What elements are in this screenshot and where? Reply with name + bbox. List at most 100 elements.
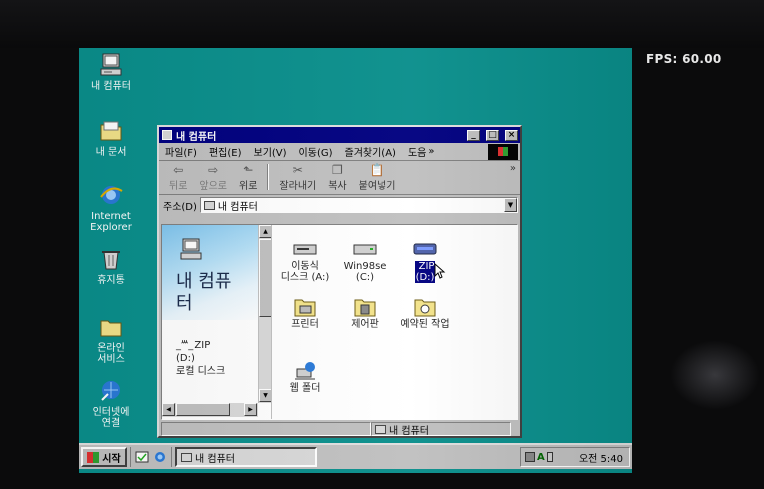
toolbar: ⇦ 뒤로 ⇨ 앞으로 ⬑ 위로 ✂ 잘라내기 ❐ 복사 📋 붙여넣기 » <box>159 161 520 195</box>
tray-ime-indicator[interactable]: A <box>537 452 545 463</box>
selection-details: _ᄴ_ ZIP (D:) 로컬 디스크 <box>176 340 226 377</box>
forward-arrow-icon: ⇨ <box>208 163 219 177</box>
scroll-left-button[interactable]: ◀ <box>162 403 175 416</box>
pane-title: 내 컴퓨 <box>176 271 232 292</box>
my-computer-icon <box>100 53 122 76</box>
desktop-icon-label: 인터넷에 연결 <box>92 407 130 429</box>
status-location-text: 내 컴퓨터 <box>389 425 429 437</box>
item-label: 예약된 작업 <box>400 319 450 330</box>
drive-c[interactable]: Win98se (C:) <box>334 239 396 283</box>
desktop: 내 컴퓨터 내 문서 Internet Explorer 휴지통 온라인 서비스… <box>79 48 632 473</box>
scheduled-tasks-icon <box>414 299 436 317</box>
desktop-icon-my-computer[interactable]: 내 컴퓨터 <box>79 52 143 92</box>
content-area: 내 컴퓨 터 _ᄴ_ ZIP (D:) 로컬 디스크 ▲ ▼ ◀ ▶ 이동식 디… <box>161 224 518 420</box>
forward-label: 앞으로 <box>199 181 228 192</box>
window-title: 내 컴퓨터 <box>176 131 217 143</box>
menu-view[interactable]: 보기(V) <box>254 144 287 159</box>
tray-volume-icon[interactable] <box>546 452 553 462</box>
quick-launch <box>130 447 172 467</box>
desktop-icon-my-documents[interactable]: 내 문서 <box>79 118 143 158</box>
floppy-drive-icon <box>293 244 317 255</box>
drive-floppy[interactable]: 이동식 디스크 (A:) <box>274 239 336 283</box>
drive-zip[interactable]: ZIP (D:) <box>394 239 456 283</box>
desktop-icon-recycle-bin[interactable]: 휴지통 <box>79 246 143 286</box>
up-folder-icon: ⬑ <box>243 163 254 177</box>
close-button[interactable]: × <box>505 129 518 141</box>
pane-vertical-scrollbar[interactable]: ▲ ▼ <box>258 225 271 403</box>
system-tray: A 오전 5:40 <box>520 447 630 467</box>
forward-button[interactable]: ⇨ 앞으로 <box>195 162 231 192</box>
maximize-button[interactable]: □ <box>486 129 499 141</box>
mouse-cursor-icon <box>434 263 446 279</box>
scroll-thumb[interactable] <box>259 239 271 317</box>
cut-button[interactable]: ✂ 잘라내기 <box>275 162 320 192</box>
scroll-thumb[interactable] <box>176 403 230 416</box>
recycle-bin-icon <box>102 251 120 270</box>
item-label: 제어판 <box>351 319 379 330</box>
show-desktop-icon[interactable] <box>135 450 149 464</box>
fps-counter: FPS: 60.00 <box>646 52 722 66</box>
my-computer-icon <box>203 200 215 210</box>
desktop-icon-label: 내 문서 <box>95 147 127 158</box>
scroll-down-button[interactable]: ▼ <box>259 389 271 402</box>
menu-help[interactable]: 도음 <box>408 144 426 159</box>
taskbar-button-label: 내 컴퓨터 <box>195 453 235 465</box>
window-computer-icon <box>162 130 172 140</box>
back-button[interactable]: ⇦ 뒤로 <box>165 162 191 192</box>
clipboard-icon: 📋 <box>369 163 385 177</box>
zip-drive: (D:) <box>176 353 195 364</box>
web-folders-icon <box>295 362 315 380</box>
desktop-icon-label: 내 컴퓨터 <box>91 81 131 92</box>
up-button[interactable]: ⬑ 위로 <box>235 162 261 192</box>
desktop-icon-internet-explorer[interactable]: Internet Explorer <box>79 182 143 233</box>
clock[interactable]: 오전 5:40 <box>579 450 623 465</box>
minimize-button[interactable]: _ <box>467 129 480 141</box>
internet-explorer-icon <box>100 186 123 204</box>
menu-file[interactable]: 파일(F) <box>165 144 197 159</box>
start-label: 시작 <box>102 453 121 465</box>
folder-scheduled-tasks[interactable]: 예약된 작업 <box>394 297 456 330</box>
windows-logo-icon <box>488 144 518 160</box>
taskbar-button-my-computer[interactable]: 내 컴퓨터 <box>175 447 317 467</box>
taskbar: 시작 내 컴퓨터 A 오전 5:40 <box>79 443 632 469</box>
desktop-icon-label: 온라인 서비스 <box>97 343 125 365</box>
toolbar-separator <box>267 164 270 190</box>
pane-title-continued: 터 <box>176 293 193 314</box>
my-computer-icon <box>375 424 386 434</box>
internet-explorer-icon[interactable] <box>153 450 167 464</box>
menu-overflow[interactable]: » <box>428 146 434 157</box>
status-cell-empty <box>161 422 371 436</box>
control-panel-icon <box>354 299 376 317</box>
back-arrow-icon: ⇦ <box>173 163 184 177</box>
address-field[interactable]: 내 컴퓨터 ▼ <box>199 197 518 213</box>
my-computer-window[interactable]: 내 컴퓨터 _ □ × 파일(F) 편집(E) 보기(V) 이동(G) 즐겨찾기… <box>157 125 522 438</box>
copy-label: 복사 <box>328 181 347 192</box>
window-titlebar[interactable]: 내 컴퓨터 _ □ × <box>159 127 520 143</box>
menu-favorites[interactable]: 즐겨찾기(A) <box>345 144 396 159</box>
status-location: 내 컴퓨터 <box>371 422 511 437</box>
folder-printers[interactable]: 프린터 <box>274 297 336 330</box>
back-label: 뒤로 <box>169 181 188 192</box>
menu-go[interactable]: 이동(G) <box>299 144 333 159</box>
folder-web-folders[interactable]: 웹 폴더 <box>274 361 336 394</box>
folder-control-panel[interactable]: 제어판 <box>334 297 396 330</box>
web-view-banner: 내 컴퓨 터 <box>162 225 271 320</box>
desktop-icon-online-services[interactable]: 온라인 서비스 <box>79 314 143 365</box>
copy-icon: ❐ <box>332 163 343 177</box>
start-button[interactable]: 시작 <box>81 447 127 467</box>
paste-button[interactable]: 📋 붙여넣기 <box>355 162 400 192</box>
scroll-up-button[interactable]: ▲ <box>259 225 271 238</box>
monitor-bezel <box>0 0 764 48</box>
pane-horizontal-scrollbar[interactable]: ◀ ▶ <box>162 403 258 417</box>
scroll-right-button[interactable]: ▶ <box>244 403 257 416</box>
toolbar-overflow[interactable]: » <box>510 161 516 174</box>
address-label: 주소(D) <box>163 201 197 213</box>
tray-network-icon[interactable] <box>525 452 535 462</box>
menu-edit[interactable]: 편집(E) <box>209 144 242 159</box>
item-label: 웹 폴더 <box>289 383 321 394</box>
copy-button[interactable]: ❐ 복사 <box>324 162 350 192</box>
connect-internet-icon <box>101 381 120 401</box>
address-dropdown-button[interactable]: ▼ <box>504 198 517 212</box>
desktop-icon-connect-internet[interactable]: 인터넷에 연결 <box>79 378 143 429</box>
status-bar: 내 컴퓨터 <box>161 421 518 437</box>
